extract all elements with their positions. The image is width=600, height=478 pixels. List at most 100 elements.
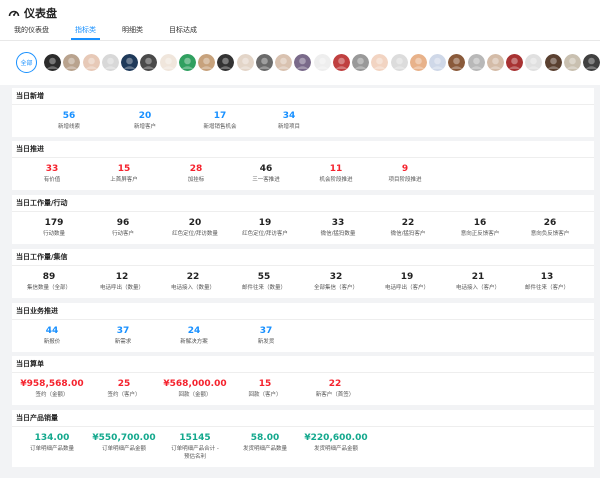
metric-item[interactable]: 9 项目阶段推进 <box>365 163 445 184</box>
metric-item[interactable]: 15 回款（客户） <box>225 378 305 399</box>
user-avatar[interactable] <box>255 54 273 71</box>
metric-value: 19 <box>258 218 272 228</box>
user-avatar[interactable] <box>448 54 466 71</box>
metric-item[interactable]: 46 三一客推进 <box>226 163 306 184</box>
metric-value: 46 <box>259 164 273 174</box>
avatar-bar: 全部 <box>0 41 600 85</box>
user-avatar[interactable] <box>467 54 485 71</box>
tab-metrics[interactable]: 指标类 <box>71 26 100 40</box>
user-avatar[interactable] <box>486 54 504 71</box>
metric-value: 22 <box>401 218 415 228</box>
metric-item[interactable]: 24 新解决方案 <box>154 325 234 346</box>
tab-my-dashboard[interactable]: 我的仪表盘 <box>14 26 49 40</box>
metric-item[interactable]: 58.00 发货明细产品数量 <box>225 432 305 453</box>
metric-label: 加挂标 <box>187 177 205 183</box>
metric-label: 新解决方案 <box>180 339 208 345</box>
user-avatar[interactable] <box>63 54 81 71</box>
user-avatar[interactable] <box>159 54 177 71</box>
avatar-all-filter[interactable]: 全部 <box>16 52 37 73</box>
metric-item[interactable]: 12 电话呼出（数量） <box>82 271 162 292</box>
metric-item[interactable]: 37 新需求 <box>83 325 163 346</box>
metric-value: 33 <box>331 218 345 228</box>
section-body: 44 新报价 37 新需求 24 新解决方案 37 新发货 <box>12 320 594 352</box>
tab-details[interactable]: 明细类 <box>122 26 143 40</box>
metric-label: 行动数量 <box>42 231 65 237</box>
section-body: 56 新增线索 20 新增客户 17 新增销售机会 34 新增项目 <box>12 105 594 137</box>
user-avatar[interactable] <box>44 54 61 71</box>
metric-item[interactable]: 37 新发货 <box>226 325 306 346</box>
section-title: 当日工作量/行动 <box>12 195 594 212</box>
metric-item[interactable]: 25 签约（客户） <box>84 378 164 399</box>
metric-item[interactable]: 15145 订单明细产品合计 - 预估名利 <box>155 432 235 461</box>
user-avatar[interactable] <box>275 54 292 71</box>
metric-item[interactable]: 22 微信/猛犸客户 <box>368 217 448 238</box>
user-avatar[interactable] <box>525 54 543 71</box>
metric-value: 11 <box>329 164 343 174</box>
user-avatar[interactable] <box>506 54 523 71</box>
metric-item[interactable]: 44 新报价 <box>12 325 92 346</box>
metric-item[interactable]: 21 电话接入（客户） <box>438 271 518 292</box>
user-avatar[interactable] <box>409 54 427 71</box>
metric-item[interactable]: ¥220,600.00 发货明细产品金额 <box>296 432 376 453</box>
tab-goal-achievement[interactable]: 目标达成 <box>169 26 197 40</box>
user-avatar[interactable] <box>236 54 254 71</box>
user-avatar[interactable] <box>390 54 408 71</box>
user-avatar[interactable] <box>563 54 581 71</box>
user-avatar[interactable] <box>294 54 312 71</box>
user-avatar[interactable] <box>583 54 600 71</box>
section-body: ¥958,568.00 签约（金额） 25 签约（客户） ¥568,000.00… <box>12 373 594 405</box>
metric-item[interactable]: 32 全部集信（客户） <box>296 271 376 292</box>
metric-item[interactable]: 96 行动客户 <box>83 217 163 238</box>
metric-item[interactable]: 134.00 订单明细产品数量 <box>12 432 92 453</box>
metric-item[interactable]: 33 微信/猛犸数量 <box>298 217 378 238</box>
metric-item[interactable]: 15 上首屏客户 <box>84 163 164 184</box>
metric-label: 新增项目 <box>277 124 300 130</box>
metric-value: ¥568,000.00 <box>163 379 227 389</box>
metric-label: 红色定位/拜访数量 <box>172 231 218 237</box>
metric-value: 20 <box>188 218 202 228</box>
user-avatar[interactable] <box>332 54 350 71</box>
user-avatar[interactable] <box>371 54 389 71</box>
user-avatar[interactable] <box>121 54 138 71</box>
metric-item[interactable]: 11 机会阶段推进 <box>296 163 376 184</box>
metric-label: 电话接入（数量） <box>170 285 215 291</box>
metric-item[interactable]: 20 红色定位/拜访数量 <box>155 217 235 238</box>
user-avatar[interactable] <box>217 54 235 71</box>
user-avatar[interactable] <box>82 54 100 71</box>
metric-label: 新报价 <box>43 339 61 345</box>
metric-label: 订单明细产品合计 - 预估名利 <box>171 446 219 460</box>
metric-item[interactable]: ¥568,000.00 回款（金额） <box>155 378 235 399</box>
metric-label: 项目阶段推进 <box>388 177 422 183</box>
metric-item[interactable]: 13 邮件往来（客户） <box>507 271 587 292</box>
metric-item[interactable]: 34 新增项目 <box>249 110 329 131</box>
user-avatar[interactable] <box>178 54 196 71</box>
user-avatar[interactable] <box>429 54 446 71</box>
metric-value: 22 <box>328 379 342 389</box>
metric-label: 新增线索 <box>57 124 80 130</box>
user-avatar[interactable] <box>101 54 119 71</box>
user-avatar[interactable] <box>352 54 369 71</box>
metric-item[interactable]: 19 电话呼出（客户） <box>367 271 447 292</box>
metric-item[interactable]: ¥550,700.00 订单明细产品金额 <box>84 432 164 453</box>
metric-item[interactable]: 17 新增销售机会 <box>180 110 260 131</box>
metric-value: 55 <box>257 272 271 282</box>
metric-item[interactable]: 89 集信数量（全部） <box>9 271 89 292</box>
metric-item[interactable]: 22 电话接入（数量） <box>153 271 233 292</box>
metric-item[interactable]: 22 新客户（首签） <box>295 378 375 399</box>
metric-item[interactable]: 20 新增客户 <box>105 110 185 131</box>
metric-item[interactable]: 16 意向正反馈客户 <box>440 217 520 238</box>
metric-item[interactable]: 179 行动数量 <box>14 217 94 238</box>
metric-value: 21 <box>471 272 485 282</box>
user-avatar[interactable] <box>140 54 158 71</box>
metric-item[interactable]: ¥958,568.00 签约（金额） <box>12 378 92 399</box>
metric-item[interactable]: 55 邮件往来（数量） <box>224 271 304 292</box>
metric-item[interactable]: 19 红色定位/拜访客户 <box>225 217 305 238</box>
user-avatar[interactable] <box>313 54 331 71</box>
metric-value: 56 <box>62 111 76 121</box>
metric-item[interactable]: 28 加挂标 <box>156 163 236 184</box>
metric-item[interactable]: 56 新增线索 <box>29 110 109 131</box>
metric-item[interactable]: 26 意向负反馈客户 <box>510 217 590 238</box>
user-avatar[interactable] <box>544 54 562 71</box>
user-avatar[interactable] <box>198 54 215 71</box>
metric-item[interactable]: 33 有价值 <box>12 163 92 184</box>
